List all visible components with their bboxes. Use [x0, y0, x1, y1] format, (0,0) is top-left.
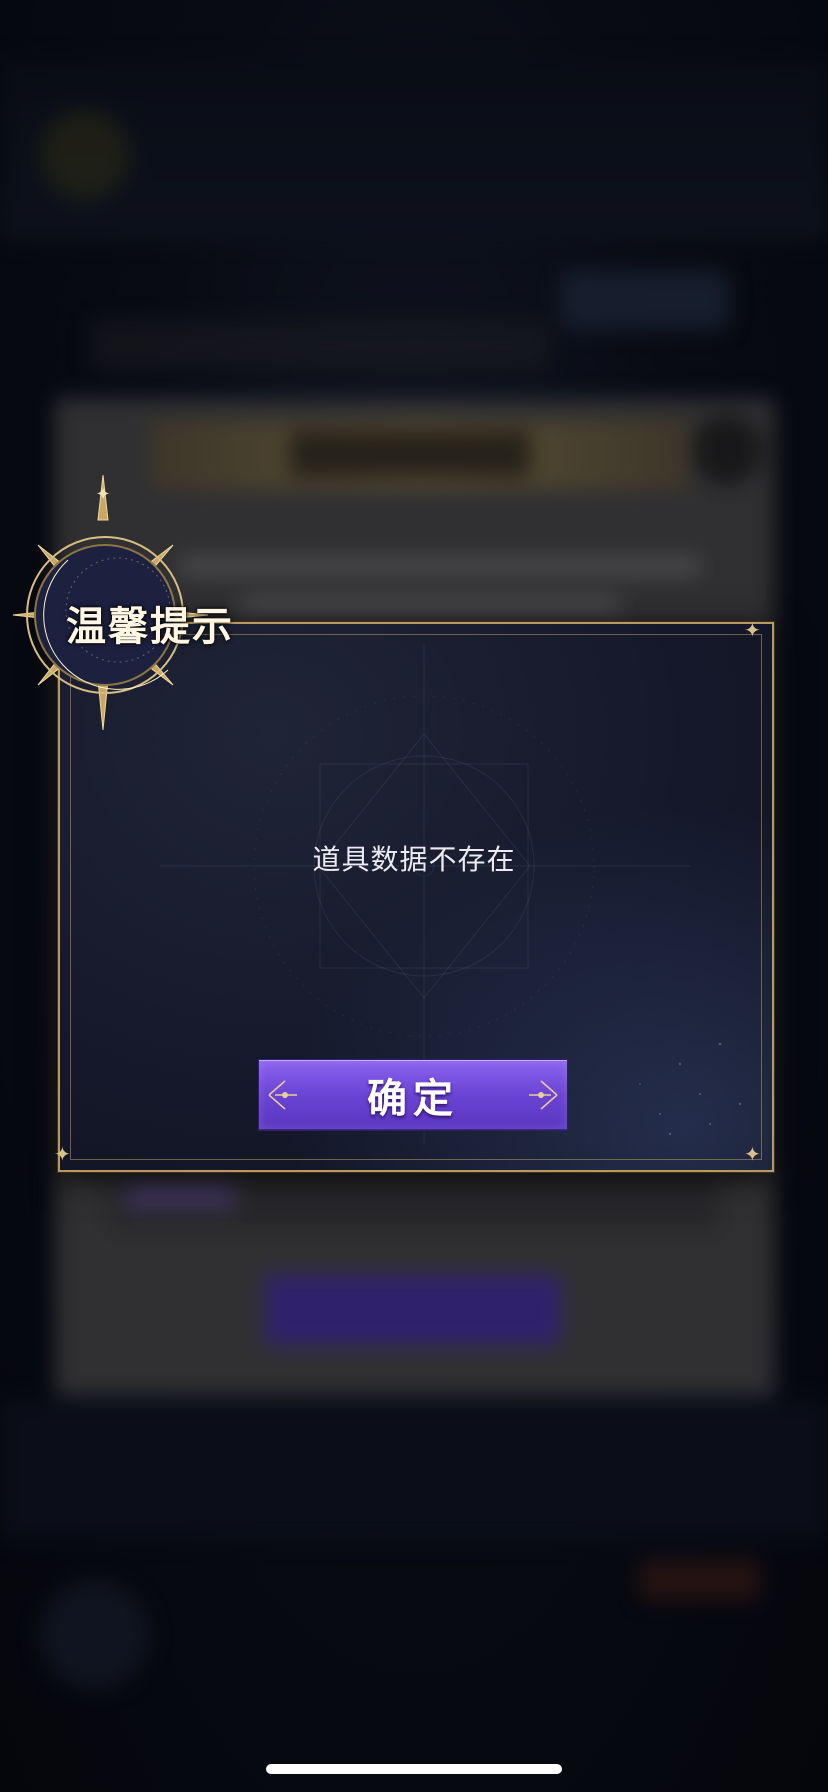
corner-star-icon: ✦: [744, 1142, 761, 1166]
dialog-message: 道具数据不存在: [312, 843, 516, 876]
svg-text:✦: ✦: [95, 484, 110, 505]
confirm-button[interactable]: 确定: [259, 1060, 567, 1130]
home-indicator[interactable]: [266, 1764, 562, 1774]
corner-star-icon: ✦: [54, 1142, 71, 1166]
corner-star-icon: ✦: [744, 618, 761, 642]
confirm-button-label: 确定: [367, 1075, 459, 1122]
dialog-title: 温馨提示: [66, 603, 234, 650]
game-screen: ✦ ✦ ✦ ✦ 温馨提示 道具数据不存在 确定: [0, 0, 828, 1792]
